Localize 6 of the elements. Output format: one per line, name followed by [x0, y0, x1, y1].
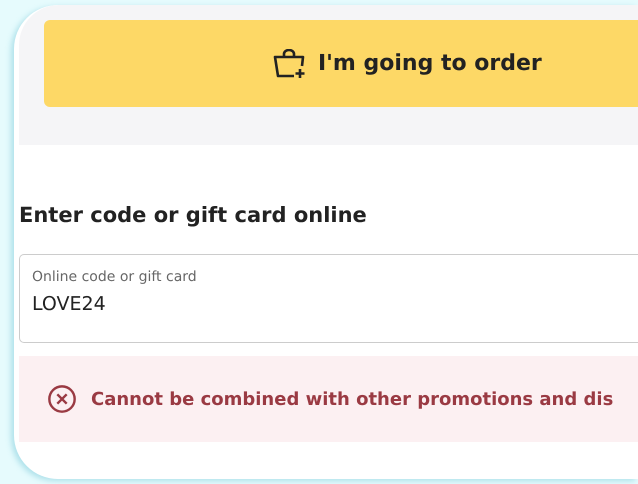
- error-circle-icon: [47, 384, 77, 414]
- order-button[interactable]: I'm going to order: [44, 20, 638, 107]
- code-input-field[interactable]: Online code or gift card LOVE24: [19, 254, 638, 343]
- error-message-text: Cannot be combined with other promotions and dis: [91, 388, 614, 410]
- shopping-bag-plus-icon: [272, 48, 306, 78]
- section-heading: Enter code or gift card online: [19, 203, 368, 227]
